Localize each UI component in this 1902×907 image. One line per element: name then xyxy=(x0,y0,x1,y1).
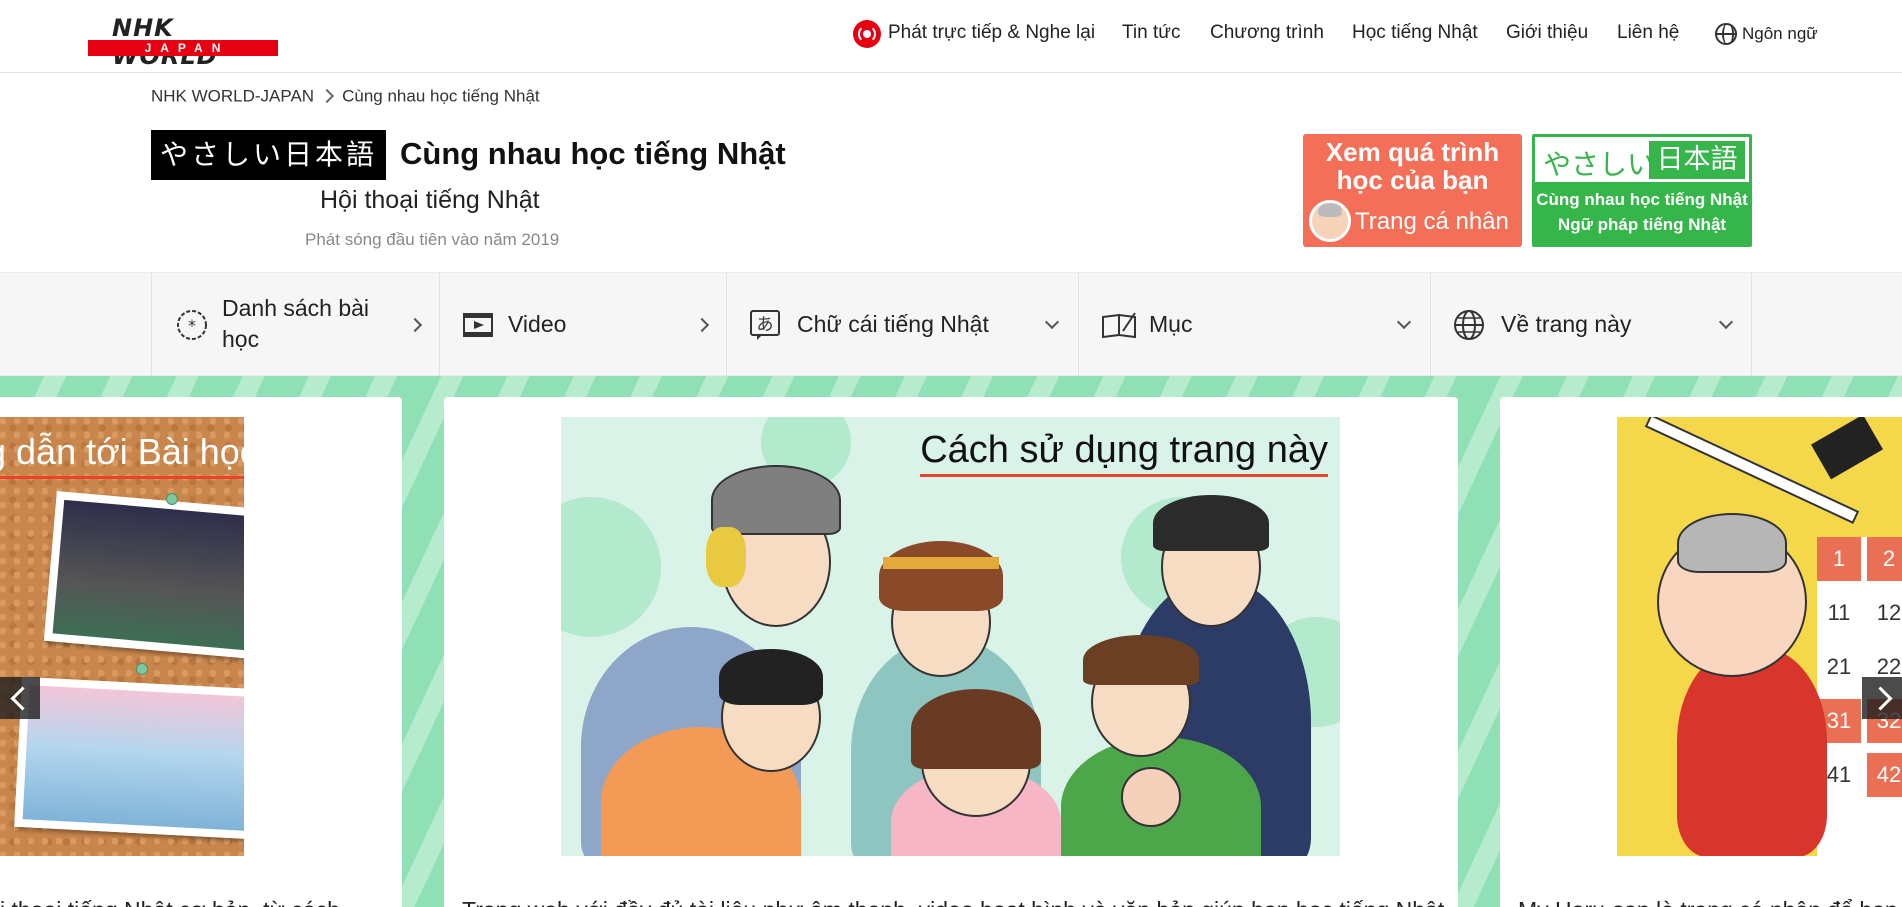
slide-caption: My Haru-san là trang cá nhân để bạn t xyxy=(1518,897,1902,907)
program-menu-bar: * Danh sách bài học Video あ Chữ cái tiến… xyxy=(0,272,1902,377)
carousel-slide-lesson-guide[interactable]: g dẫn tới Bài học i thoại tiếng Nhật cơ … xyxy=(0,397,402,907)
carousel-prev-button[interactable] xyxy=(0,677,40,719)
feature-carousel: g dẫn tới Bài học i thoại tiếng Nhật cơ … xyxy=(0,376,1902,907)
chevron-right-icon xyxy=(694,317,710,333)
top-header: NHK WORLD JAPAN Phát trực tiếp & Nghe lạ… xyxy=(0,0,1902,73)
character-granny-small xyxy=(1121,767,1181,827)
svg-text:あ: あ xyxy=(757,315,774,335)
chevron-down-icon xyxy=(1718,314,1734,330)
nav-language[interactable]: Ngôn ngữ xyxy=(1742,24,1818,44)
live-icon[interactable] xyxy=(853,20,881,48)
nav-contact[interactable]: Liên hệ xyxy=(1617,22,1679,44)
lesson-guide-image-title: g dẫn tới Bài học xyxy=(0,431,244,479)
globe-icon xyxy=(1454,310,1484,340)
logo-subbar: JAPAN xyxy=(88,40,278,56)
lesson-guide-image-title-text: g dẫn tới Bài học xyxy=(0,431,244,472)
lesson-list-icon: * xyxy=(177,310,207,340)
profile-promo-banner[interactable]: Xem quá trình học của bạn Trang cá nhân xyxy=(1303,134,1522,247)
nav-programs[interactable]: Chương trình xyxy=(1210,22,1324,44)
book-icon xyxy=(1102,312,1136,339)
breadcrumb-root[interactable]: NHK WORLD-JAPAN xyxy=(151,87,314,106)
menu-categories[interactable]: Mục xyxy=(1078,273,1430,377)
promo-green-kanji: 日本語 xyxy=(1649,141,1745,179)
promo-orange-line1: Xem quá trình xyxy=(1325,137,1500,167)
hiragana-icon: あ xyxy=(750,310,780,340)
carousel-slide-how-to-use[interactable]: Cách sử dụng trang này Trang we xyxy=(444,397,1458,907)
nav-news[interactable]: Tin tức xyxy=(1122,22,1180,44)
photo-picnic xyxy=(14,676,244,840)
nav-learn-japanese[interactable]: Học tiếng Nhật xyxy=(1352,22,1478,44)
how-to-use-image-title: Cách sử dụng trang này xyxy=(920,429,1328,477)
photo-winter-family xyxy=(43,491,244,661)
granny-avatar-icon xyxy=(1309,200,1351,242)
menu-categories-label: Mục xyxy=(1149,311,1193,337)
slide-caption: i thoại tiếng Nhật cơ bản, từ cách xyxy=(0,897,340,907)
my-haru-san-illustration: 1 2 11 12 21 22 31 32 41 42 xyxy=(1617,417,1902,856)
program-note: Phát sóng đầu tiên vào năm 2019 xyxy=(305,230,560,249)
menu-japanese-alphabet-label: Chữ cái tiếng Nhật xyxy=(797,311,989,337)
breadcrumb: NHK WORLD-JAPAN Cùng nhau học tiếng Nhật xyxy=(151,86,540,107)
how-to-use-illustration: Cách sử dụng trang này xyxy=(561,417,1340,856)
menu-video[interactable]: Video xyxy=(439,273,726,377)
pushpin-icon xyxy=(166,493,178,505)
nav-about[interactable]: Giới thiệu xyxy=(1506,22,1588,44)
lesson-guide-illustration: g dẫn tới Bài học xyxy=(0,417,244,856)
character-beanie xyxy=(711,465,841,535)
promo-orange-link: Trang cá nhân xyxy=(1355,208,1509,235)
page-title: Cùng nhau học tiếng Nhật xyxy=(400,136,786,171)
binder-clip-icon xyxy=(1811,417,1883,480)
nav-live[interactable]: Phát trực tiếp & Nghe lại xyxy=(888,22,1095,44)
promo-green-kana: やさしい xyxy=(1543,148,1656,181)
menu-video-label: Video xyxy=(508,311,567,337)
breadcrumb-current: Cùng nhau học tiếng Nhật xyxy=(342,86,540,106)
promo-green-line2: Ngữ pháp tiếng Nhật xyxy=(1557,215,1727,234)
promo-orange-heading: Xem quá trình học của bạn xyxy=(1303,138,1522,194)
granny-hair xyxy=(1677,513,1787,573)
promo-orange-line2: học của bạn xyxy=(1336,165,1489,195)
svg-text:*: * xyxy=(188,316,196,335)
pushpin-icon xyxy=(136,663,148,675)
menu-about-page-label: Về trang này xyxy=(1501,311,1632,337)
nhk-world-logo[interactable]: NHK WORLD JAPAN xyxy=(88,14,278,70)
program-badge: やさしい日本語 xyxy=(151,130,386,180)
promo-green-logo-box: やさしい 日本語 xyxy=(1535,137,1749,182)
chevron-right-icon xyxy=(407,317,423,333)
carousel-next-button[interactable] xyxy=(1862,677,1902,719)
promo-green-line1: Cùng nhau học tiếng Nhật xyxy=(1536,190,1748,209)
chevron-right-icon xyxy=(320,88,335,103)
video-icon xyxy=(463,313,493,337)
menu-japanese-alphabet[interactable]: あ Chữ cái tiếng Nhật xyxy=(726,273,1078,377)
chevron-down-icon xyxy=(1044,314,1060,330)
grammar-promo-banner[interactable]: やさしい 日本語 Cùng nhau học tiếng Nhật Ngữ ph… xyxy=(1532,134,1752,247)
program-subtitle: Hội thoại tiếng Nhật xyxy=(320,186,540,214)
carousel-slide-my-haru-san[interactable]: 1 2 11 12 21 22 31 32 41 42 My Haru-san … xyxy=(1500,397,1902,907)
granny-kimono xyxy=(1677,647,1827,856)
menu-lesson-list-label: Danh sách bài học xyxy=(222,295,370,352)
menu-about-page[interactable]: Về trang này xyxy=(1430,273,1752,377)
menu-lesson-list[interactable]: * Danh sách bài học xyxy=(151,273,439,377)
slide-caption: Trang web với đầy đủ tài liệu như âm tha… xyxy=(462,897,1444,907)
globe-icon[interactable] xyxy=(1715,23,1737,45)
chevron-down-icon xyxy=(1396,314,1412,330)
